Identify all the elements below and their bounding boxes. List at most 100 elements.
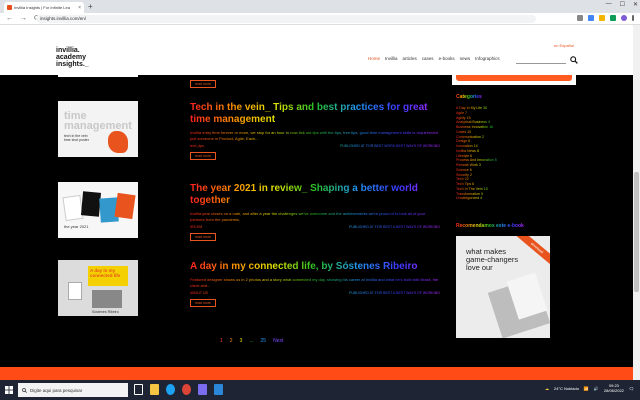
windows-start-icon[interactable] [5, 386, 13, 394]
next-page-link[interactable]: Next [273, 338, 283, 344]
search-icon[interactable] [570, 56, 578, 64]
weather-icon[interactable]: ☁ [545, 386, 549, 391]
scrollbar-thumb[interactable] [634, 172, 639, 292]
browser-nav: ← → ⟳ [6, 15, 40, 23]
post-meta: IRS-EM PUBLISHED AT FOR BEST A BEST WAYS… [190, 225, 440, 231]
task-view-icon[interactable] [134, 384, 143, 395]
post-thumbnail[interactable]: A day in my connected life Sóstenes Ribe… [58, 260, 138, 316]
page-link[interactable]: 2 [230, 338, 233, 344]
taskbar-search-placeholder: Digite aqui para pesquisar [30, 387, 83, 393]
site-favicon-icon [7, 5, 12, 10]
maximize-icon[interactable]: ☐ [620, 1, 625, 8]
post-meta: tech_tips PUBLISHED AT FOR BEST WORK BES… [190, 144, 440, 150]
network-icon[interactable]: 📶 [584, 386, 589, 391]
ebook-text: what makes game-changers love our [466, 248, 518, 272]
ebook-ribbon: download [515, 236, 550, 268]
nav-articles[interactable]: articles [403, 56, 417, 61]
read-more-button[interactable]: read more [190, 233, 216, 241]
browser-tab-bar: Invillia Insights | For Infinite Lea × +… [0, 0, 640, 13]
file-explorer-icon[interactable] [150, 384, 159, 395]
illustration [108, 131, 128, 153]
extension-icon[interactable] [599, 15, 605, 21]
taskbar-apps [134, 384, 223, 395]
page-link[interactable]: 25 [261, 338, 267, 344]
sidebar-search-button[interactable] [456, 75, 572, 81]
read-more-button[interactable]: read more [190, 299, 216, 307]
weather-text[interactable]: 24°C Nublado [554, 386, 579, 391]
window-controls: — ☐ ✕ [606, 1, 638, 8]
language-selector[interactable]: en Español [554, 43, 574, 48]
thumb-caption: time management [64, 110, 132, 132]
browser-tab[interactable]: Invillia Insights | For Infinite Lea × [4, 2, 84, 13]
tab-title: Invillia Insights | For Infinite Lea [14, 5, 70, 10]
thumb-caption: the year 2021 [64, 224, 89, 229]
app-icon[interactable] [198, 384, 207, 395]
post-thumbnail[interactable]: time management tech in the vein time sh… [58, 101, 138, 157]
back-icon[interactable]: ← [6, 15, 13, 23]
card-edge [58, 75, 138, 77]
device [92, 290, 122, 308]
read-more-button[interactable]: read more [190, 152, 216, 160]
app-icon[interactable] [214, 384, 223, 395]
page-link[interactable]: 1 [220, 338, 223, 344]
nav-ebooks[interactable]: e-books [439, 56, 455, 61]
page-link[interactable]: 3 [240, 338, 243, 344]
extension-icon[interactable] [577, 15, 583, 21]
extension-icon[interactable] [610, 15, 616, 21]
ebook-title: Recomendamos este e-book [456, 223, 524, 229]
post-card: A day in my connected life, by Sóstenes … [190, 261, 440, 307]
post-category[interactable]: IRS-EM [190, 225, 202, 231]
categories-title: Categories [456, 94, 482, 100]
post-title[interactable]: Tech in the vein_ Tips and best practice… [190, 102, 440, 126]
search-input[interactable] [516, 63, 566, 64]
device [68, 282, 82, 300]
post-card: The year 2021 in review_ Shaping a bette… [190, 183, 440, 241]
photo [62, 194, 84, 222]
photo [80, 191, 102, 217]
taskbar: Digite aqui para pesquisar ☁ 24°C Nublad… [0, 380, 640, 400]
menu-kebab-icon[interactable] [632, 15, 634, 21]
new-tab-button[interactable]: + [88, 2, 93, 11]
extension-icon[interactable] [588, 15, 594, 21]
edge-icon[interactable] [166, 384, 175, 395]
nav-infographics[interactable]: Infographics [475, 56, 500, 61]
clock[interactable]: 09:23 28/06/2022 [604, 383, 624, 393]
post-category[interactable]: tech_tips [190, 144, 204, 150]
nav-home[interactable]: Home [368, 56, 380, 61]
chrome-icon[interactable] [182, 384, 191, 395]
post-category[interactable]: ABOUT US [190, 291, 208, 297]
profile-avatar-icon[interactable] [621, 15, 627, 21]
footer-bar [0, 367, 640, 380]
post-title[interactable]: A day in my connected life, by Sóstenes … [190, 261, 440, 273]
logo-line: academy [56, 54, 86, 61]
url-field[interactable]: insights.invillia.com/en/ [36, 15, 536, 23]
post-excerpt: Invillia entry time forever or more, we … [190, 130, 440, 142]
address-bar: ← → ⟳ insights.invillia.com/en/ [0, 13, 640, 25]
volume-icon[interactable]: 🔊 [594, 386, 599, 391]
nav-cases[interactable]: cases [422, 56, 434, 61]
read-more-button[interactable]: read more [190, 80, 216, 88]
notifications-icon[interactable]: 🗨 [629, 386, 634, 391]
system-tray: ☁ 24°C Nublado 📶 🔊 09:23 28/06/2022 🗨 [545, 383, 634, 393]
search-icon [22, 387, 27, 393]
ebook-line: love our [466, 263, 493, 272]
ebook-banner[interactable]: what makes game-changers love our downlo… [456, 236, 550, 338]
category-item[interactable]: Uncategorized 4 [456, 196, 526, 201]
close-tab-icon[interactable]: × [78, 5, 81, 11]
minimize-icon[interactable]: — [606, 1, 612, 8]
post-tags[interactable]: PUBLISHED AT FOR BEST WORK BEST WAYS OF … [340, 144, 440, 150]
post-thumbnail[interactable]: the year 2021 [58, 182, 138, 238]
post-excerpt: Featured designer shows us in 2 photos a… [190, 277, 439, 288]
post-tags[interactable]: PUBLISHED AT FOR BEST A BEST WAYS OF WOR… [349, 291, 440, 297]
nav-news[interactable]: news [460, 56, 471, 61]
taskbar-search-input[interactable]: Digite aqui para pesquisar [18, 383, 128, 397]
nav-invillia[interactable]: Invillia [385, 56, 398, 61]
post-tags[interactable]: PUBLISHED AT FOR BEST A BEST WAYS OF WOR… [349, 225, 440, 231]
extension-icons [577, 15, 634, 21]
forward-icon[interactable]: → [20, 15, 27, 23]
logo-line: insights._ [56, 61, 89, 68]
post-title[interactable]: The year 2021 in review_ Shaping a bette… [190, 183, 440, 207]
site-logo[interactable]: invillia. academy insights._ [56, 47, 89, 68]
thumb-subtitle: tech in the vein time shot poster [64, 134, 89, 142]
close-window-icon[interactable]: ✕ [633, 1, 638, 8]
